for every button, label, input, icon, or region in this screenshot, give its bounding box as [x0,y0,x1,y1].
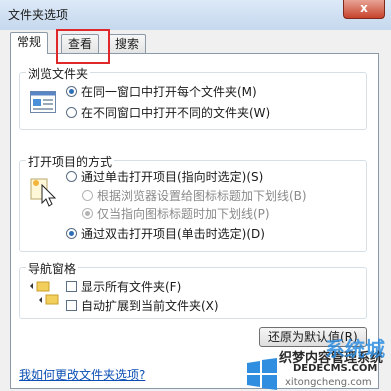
tab-search[interactable]: 搜索 [108,34,147,53]
view-tab-highlight [56,29,110,64]
different-window-option[interactable]: 在不同窗口中打开不同的文件夹(W) [66,104,270,121]
tab-general[interactable]: 常规 [10,32,49,54]
radio-underline-browser[interactable] [82,190,93,201]
checkbox-auto-expand[interactable] [66,300,77,311]
radio-different-window[interactable] [66,107,77,118]
underline-browser-option[interactable]: 根据浏览器设置给图标标题加下划线(B) [82,187,307,204]
help-link[interactable]: 我如何更改文件夹选项? [19,366,145,383]
cursor-click-icon [30,175,58,210]
close-button[interactable]: x [343,0,385,19]
windows-logo-icon [247,358,277,390]
double-click-label: 通过双击打开项目(单击时选定)(D) [81,227,265,241]
navigation-pane-title: 导航窗格 [26,260,79,277]
click-items-group: 打开项目的方式 通过单击打开项目(指向时选定)(S) 根据浏览器设置给图标标题加… [19,153,367,252]
window-title: 文件夹选项 [8,8,69,22]
watermark-line4: xitongcheng.com [285,377,372,388]
show-all-folders-option[interactable]: 显示所有文件夹(F) [66,278,181,295]
folder-tree-icon [28,280,60,315]
watermark-line2: DEDECMS.COM [293,363,378,374]
same-window-label: 在同一窗口中打开每个文件夹(M) [81,85,257,99]
radio-same-window[interactable] [66,86,77,97]
close-icon: x [360,1,368,15]
checkbox-show-all-folders[interactable] [66,281,77,292]
watermark-line3: 系统城 [325,337,385,361]
title-bar: 文件夹选项 x [0,0,391,30]
single-click-label: 通过单击打开项目(指向时选定)(S) [81,170,264,184]
browse-folders-group: 浏览文件夹 在同一窗口中打开每个文件夹(M) 在不同窗口中打开不同的文件夹(W) [19,65,367,130]
radio-underline-point[interactable] [82,208,93,219]
auto-expand-option[interactable]: 自动扩展到当前文件夹(X) [66,297,219,314]
different-window-label: 在不同窗口中打开不同的文件夹(W) [81,106,271,120]
watermark: 织梦内容管理系统 DEDECMS.COM 系统城 xitongcheng.com [241,337,391,391]
general-panel: 浏览文件夹 在同一窗口中打开每个文件夹(M) 在不同窗口中打开不同的文件夹(W) [10,53,379,389]
window-preview-icon [30,91,56,116]
show-all-folders-label: 显示所有文件夹(F) [81,280,182,294]
underline-browser-label: 根据浏览器设置给图标标题加下划线(B) [97,189,307,203]
navigation-pane-group: 导航窗格 显示所有文件夹(F) 自动扩展到当前文件夹(X) [19,260,367,319]
same-window-option[interactable]: 在同一窗口中打开每个文件夹(M) [66,83,257,100]
auto-expand-label: 自动扩展到当前文件夹(X) [81,299,219,313]
double-click-option[interactable]: 通过双击打开项目(单击时选定)(D) [66,225,265,242]
browse-folders-title: 浏览文件夹 [26,65,91,82]
radio-double-click[interactable] [66,228,77,239]
underline-point-label: 仅当指向图标标题时加下划线(P) [97,207,270,221]
underline-point-option[interactable]: 仅当指向图标标题时加下划线(P) [82,205,270,222]
radio-single-click[interactable] [66,171,77,182]
single-click-option[interactable]: 通过单击打开项目(指向时选定)(S) [66,168,263,185]
